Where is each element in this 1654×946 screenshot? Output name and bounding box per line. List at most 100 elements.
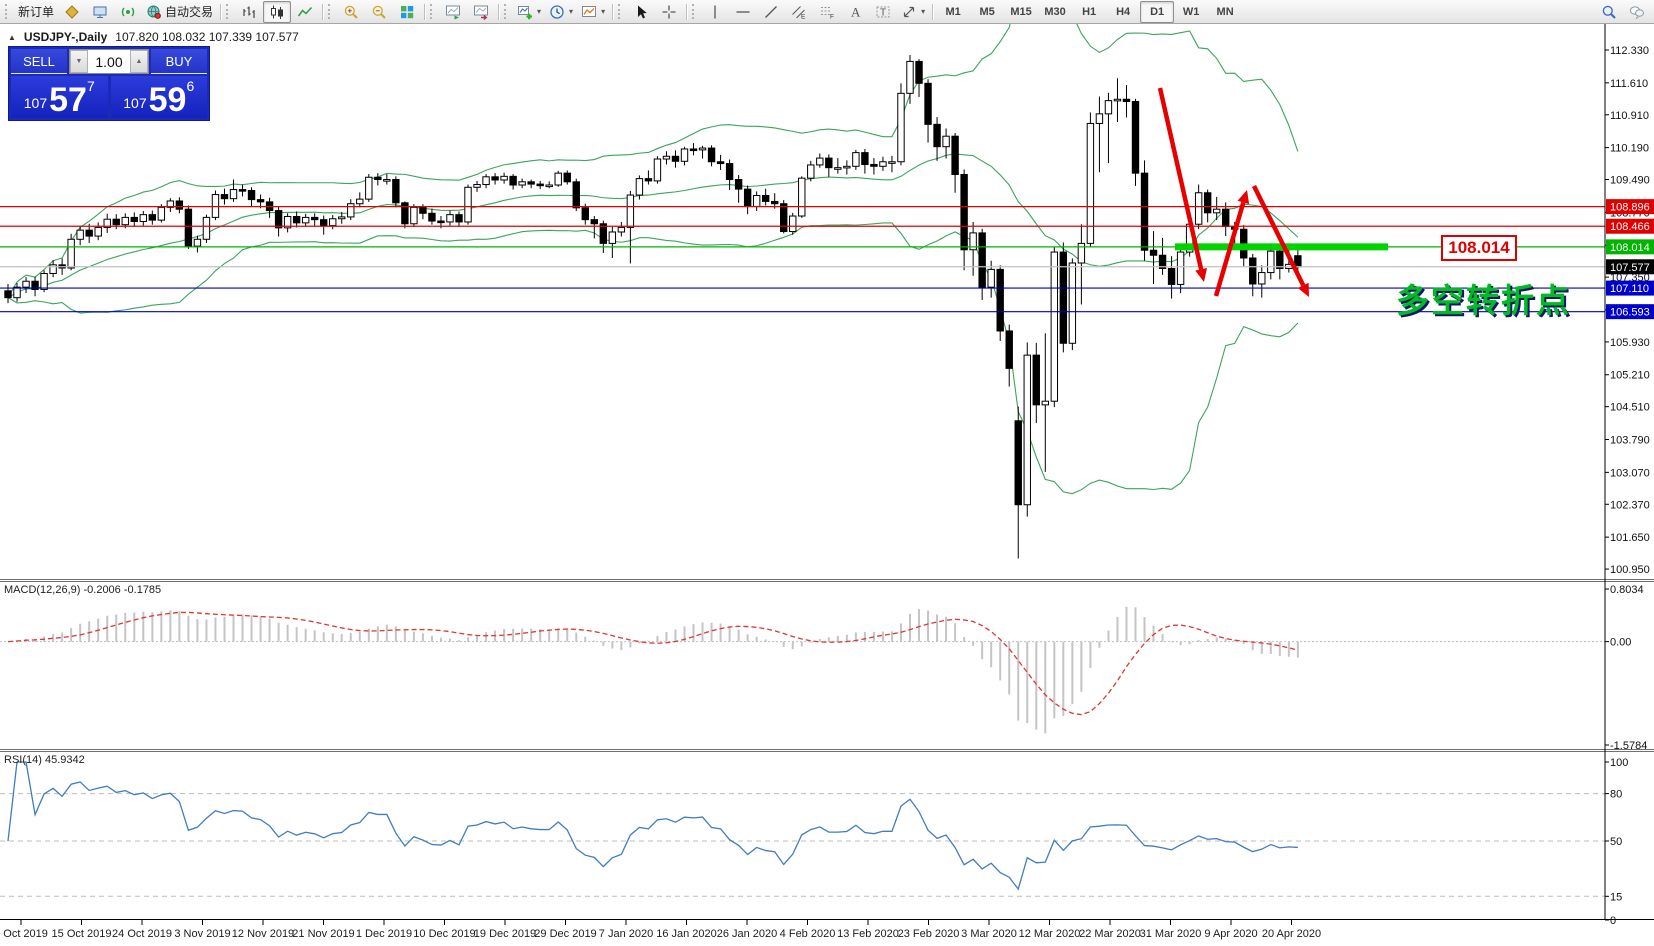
tile-windows-button[interactable] <box>393 1 421 23</box>
fibonacci-button[interactable]: F <box>813 1 841 23</box>
svg-text:108.896: 108.896 <box>1610 202 1650 214</box>
rsi-line <box>8 762 1298 889</box>
candlestick-chart-button[interactable] <box>263 1 291 23</box>
level-lines <box>0 207 1605 312</box>
svg-text:26 Jan 2020: 26 Jan 2020 <box>717 928 778 940</box>
toolbar-separator <box>220 4 221 20</box>
volume-value[interactable]: 1.00 <box>88 50 130 73</box>
sell-price[interactable]: 107 57 7 <box>11 76 108 118</box>
sell-price-sup: 7 <box>87 78 95 94</box>
svg-text:101.650: 101.650 <box>1610 532 1650 544</box>
vertical-line-button[interactable] <box>701 1 729 23</box>
text-button[interactable]: A <box>841 1 869 23</box>
chart-shift-button[interactable] <box>467 1 495 23</box>
price-callout-box[interactable]: 108.014 <box>1441 235 1517 261</box>
toolbar-separator <box>322 4 323 20</box>
collapse-icon[interactable]: ▲ <box>8 33 16 42</box>
volume-down-icon[interactable]: ▼ <box>70 50 88 73</box>
svg-text:13 Feb 2020: 13 Feb 2020 <box>837 928 899 940</box>
chart-canvas[interactable]: 112.330111.610110.910110.190109.490108.7… <box>0 0 1654 946</box>
chat-icon[interactable] <box>1623 1 1651 23</box>
svg-text:108.466: 108.466 <box>1610 221 1650 233</box>
chevron-down-icon: ▾ <box>537 7 541 16</box>
cursor-button[interactable] <box>627 1 655 23</box>
svg-text:23 Feb 2020: 23 Feb 2020 <box>898 928 960 940</box>
buy-button[interactable]: BUY <box>151 49 207 74</box>
svg-text:T: T <box>880 7 886 18</box>
crosshair-button[interactable] <box>655 1 683 23</box>
volume-up-icon[interactable]: ▲ <box>130 50 148 73</box>
new-order-button[interactable]: 新订单 <box>14 1 58 23</box>
svg-text:21 Nov 2019: 21 Nov 2019 <box>292 928 354 940</box>
svg-text:110.910: 110.910 <box>1610 110 1649 122</box>
volume-stepper[interactable]: ▼ 1.00 ▲ <box>69 49 149 74</box>
buy-price-sup: 6 <box>186 78 194 94</box>
buy-price-prefix: 107 <box>123 95 146 111</box>
svg-text:111.610: 111.610 <box>1610 78 1648 90</box>
price-axis[interactable]: 112.330111.610110.910110.190109.490108.7… <box>1605 45 1654 927</box>
svg-text:100: 100 <box>1610 757 1628 769</box>
ohlc-values: 107.820 108.032 107.339 107.577 <box>115 30 299 44</box>
toolbar-grip <box>430 4 436 19</box>
toolbar-grip <box>226 4 232 19</box>
profiles-icon[interactable] <box>86 1 114 23</box>
buy-price[interactable]: 107 59 6 <box>111 76 208 118</box>
svg-text:106.593: 106.593 <box>1610 307 1650 319</box>
horizontal-line-button[interactable] <box>729 1 757 23</box>
svg-text:107.577: 107.577 <box>1610 262 1650 274</box>
toolbar-separator <box>686 4 687 20</box>
timeframe-h4-button[interactable]: H4 <box>1106 1 1140 23</box>
svg-text:0.00: 0.00 <box>1610 637 1631 649</box>
trendline-button[interactable] <box>757 1 785 23</box>
date-axis[interactable]: 5 Oct 201915 Oct 201924 Oct 20193 Nov 20… <box>0 920 1321 940</box>
indicators-button[interactable]: ▾ <box>513 1 545 23</box>
timeframe-mn-button[interactable]: MN <box>1208 1 1242 23</box>
svg-text:100.950: 100.950 <box>1610 564 1650 576</box>
sell-button[interactable]: SELL <box>11 49 67 74</box>
svg-text:0.8034: 0.8034 <box>1610 584 1644 596</box>
line-chart-button[interactable] <box>291 1 319 23</box>
toolbar-separator <box>498 4 499 20</box>
turning-point-note[interactable]: 多空转折点 <box>1396 274 1571 322</box>
svg-text:22 Mar 2020: 22 Mar 2020 <box>1079 928 1141 940</box>
macd-signal-line <box>8 612 1298 714</box>
channel-button[interactable]: E <box>785 1 813 23</box>
label-button[interactable]: T <box>869 1 897 23</box>
toolbar-separator <box>612 4 613 20</box>
timeframe-m30-button[interactable]: M30 <box>1038 1 1072 23</box>
sell-price-big: 57 <box>49 85 87 115</box>
svg-text:50: 50 <box>1610 836 1622 848</box>
timeframe-h1-button[interactable]: H1 <box>1072 1 1106 23</box>
search-icon[interactable] <box>1595 1 1623 23</box>
svg-text:107.110: 107.110 <box>1610 283 1649 295</box>
timeframe-m1-button[interactable]: M1 <box>936 1 970 23</box>
svg-text:9 Apr 2020: 9 Apr 2020 <box>1204 928 1257 940</box>
arrows-button[interactable]: ▾ <box>897 1 929 23</box>
svg-text:3 Nov 2019: 3 Nov 2019 <box>174 928 230 940</box>
chart-title-bar: ▲ USDJPY-,Daily 107.820 108.032 107.339 … <box>8 30 299 44</box>
timeframe-m5-button[interactable]: M5 <box>970 1 1004 23</box>
periods-button[interactable]: ▾ <box>545 1 577 23</box>
svg-text:10 Dec 2019: 10 Dec 2019 <box>413 928 475 940</box>
timeframe-m15-button[interactable]: M15 <box>1004 1 1038 23</box>
svg-text:12 Nov 2019: 12 Nov 2019 <box>232 928 294 940</box>
chevron-down-icon: ▾ <box>569 7 573 16</box>
bar-chart-button[interactable] <box>235 1 263 23</box>
auto-scroll-button[interactable] <box>439 1 467 23</box>
zoom-out-button[interactable] <box>365 1 393 23</box>
toolbar-grip <box>504 4 510 19</box>
timeframe-d1-button[interactable]: D1 <box>1140 1 1174 23</box>
zoom-in-button[interactable] <box>337 1 365 23</box>
buy-price-big: 59 <box>149 85 187 115</box>
charts-window-icon[interactable] <box>58 1 86 23</box>
timeframe-w1-button[interactable]: W1 <box>1174 1 1208 23</box>
svg-text:104.510: 104.510 <box>1610 402 1650 414</box>
macd-histogram <box>0 607 1605 734</box>
signals-icon[interactable] <box>114 1 142 23</box>
svg-text:105.930: 105.930 <box>1610 337 1650 349</box>
toolbar-grip <box>692 4 698 19</box>
autotrading-button[interactable]: 自动交易 <box>142 1 217 23</box>
templates-button[interactable]: ▾ <box>577 1 609 23</box>
symbol-title: USDJPY-,Daily <box>24 30 107 44</box>
toolbar-separator <box>932 4 933 20</box>
